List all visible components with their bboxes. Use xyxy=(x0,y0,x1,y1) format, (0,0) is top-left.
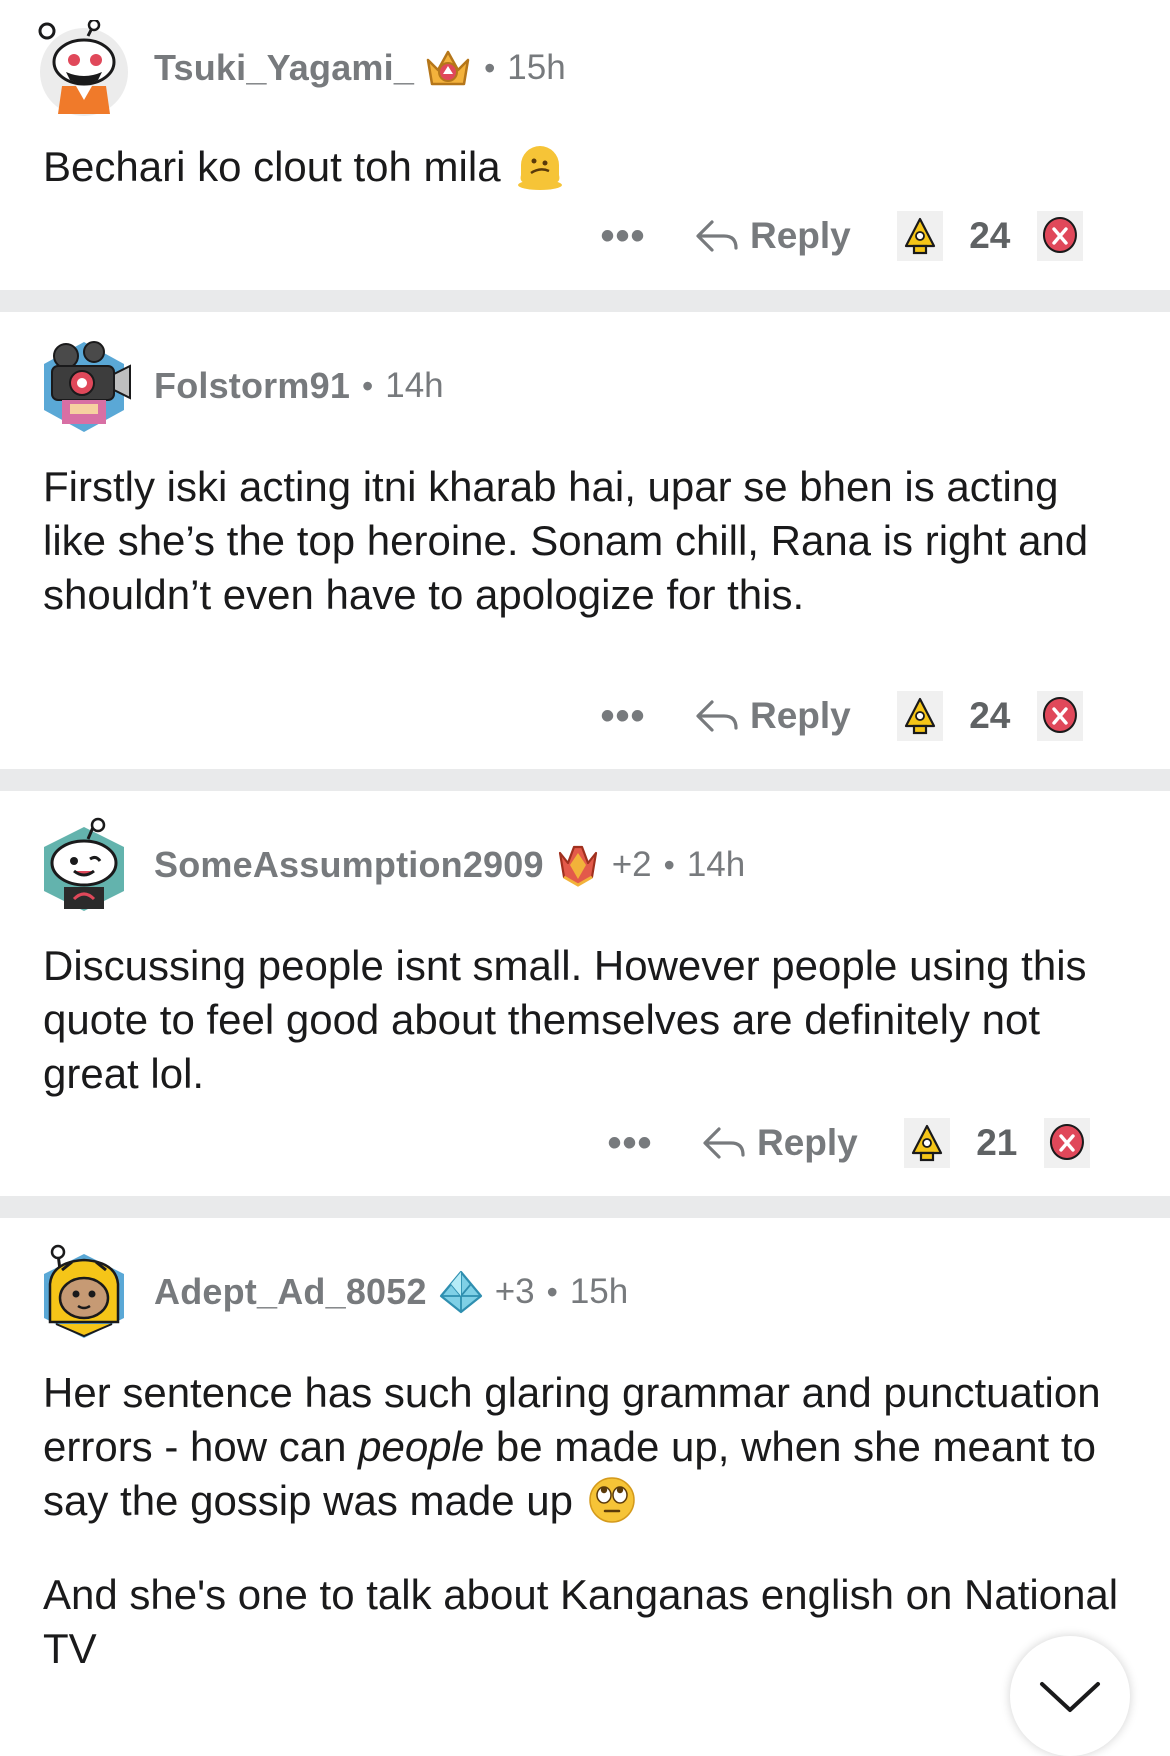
timestamp: 15h xyxy=(569,1272,629,1311)
comment-text: Bechari ko clout toh mila xyxy=(43,143,501,190)
comment-actions: ••• Reply 24 xyxy=(598,686,1083,746)
scroll-down-button[interactable] xyxy=(1010,1636,1130,1756)
user-avatar[interactable] xyxy=(36,1244,132,1340)
upvote-button[interactable] xyxy=(896,691,943,741)
reply-button[interactable]: Reply xyxy=(701,1122,858,1164)
vote-score: 24 xyxy=(969,695,1011,736)
comment-text: Firstly iski acting itni kharab hai, upa… xyxy=(43,463,1089,618)
upvote-button[interactable] xyxy=(903,1118,950,1168)
downvote-button[interactable] xyxy=(1036,211,1083,261)
chevron-down-icon xyxy=(1040,1682,1100,1712)
reply-button[interactable]: Reply xyxy=(694,215,851,257)
more-options-button[interactable]: ••• xyxy=(605,1121,655,1166)
downvote-button[interactable] xyxy=(1043,1118,1090,1168)
comment-text: Discussing people isnt small. However pe… xyxy=(43,942,1087,1097)
timestamp: 14h xyxy=(686,845,746,884)
user-avatar[interactable] xyxy=(36,338,132,434)
upvote-button[interactable] xyxy=(896,211,943,261)
comment-body: Her sentence has such glaring grammar an… xyxy=(43,1366,1143,1676)
comment: Tsuki_Yagami_ • 15h Bechari ko clout toh… xyxy=(0,0,1170,290)
eye-roll-face-icon xyxy=(589,1477,635,1523)
comment-body: Bechari ko clout toh mila xyxy=(43,140,1123,194)
username[interactable]: Folstorm91 xyxy=(154,365,350,407)
more-options-button[interactable]: ••• xyxy=(598,694,648,739)
user-avatar[interactable] xyxy=(36,20,132,116)
reply-label: Reply xyxy=(750,695,851,736)
username[interactable]: Adept_Ad_8052 xyxy=(154,1271,427,1313)
reply-label: Reply xyxy=(750,215,851,256)
extra-awards-count: +2 xyxy=(611,845,652,884)
reply-button[interactable]: Reply xyxy=(694,695,851,737)
comment-paragraph: Her sentence has such glaring grammar an… xyxy=(43,1369,1101,1524)
timestamp: 14h xyxy=(385,366,444,405)
comment-header: Folstorm91 • 14h xyxy=(36,336,444,436)
reply-arrow-icon xyxy=(696,220,738,252)
timestamp: 15h xyxy=(507,48,566,87)
comment-paragraph: And she's one to talk about Kanganas eng… xyxy=(43,1571,1119,1672)
username[interactable]: SomeAssumption2909 xyxy=(154,844,544,886)
username[interactable]: Tsuki_Yagami_ xyxy=(154,47,414,89)
comment-separator xyxy=(0,1196,1170,1218)
comment-separator xyxy=(0,769,1170,791)
extra-awards-count: +3 xyxy=(494,1272,535,1311)
upvote-icon xyxy=(904,697,935,735)
comment-actions: ••• Reply 24 xyxy=(598,206,1083,266)
comment-body: Firstly iski acting itni kharab hai, upa… xyxy=(43,460,1123,622)
melting-face-icon xyxy=(517,146,562,190)
separator-dot: • xyxy=(362,367,374,404)
diamond-award-icon xyxy=(439,1270,482,1314)
separator-dot: • xyxy=(484,49,496,86)
crystal-award-icon xyxy=(558,845,597,887)
comment-separator xyxy=(0,290,1170,312)
downvote-button[interactable] xyxy=(1036,691,1083,741)
emphasized-word: people xyxy=(358,1423,485,1470)
vote-score: 24 xyxy=(969,215,1011,256)
vote-score: 21 xyxy=(976,1122,1018,1163)
comment-header: SomeAssumption2909 +2 • 14h xyxy=(36,815,745,915)
crown-award-icon xyxy=(426,50,470,86)
separator-dot: • xyxy=(663,846,675,883)
reply-arrow-icon xyxy=(703,1127,745,1159)
reply-label: Reply xyxy=(757,1122,858,1163)
downvote-icon xyxy=(1042,697,1077,733)
comment-header: Adept_Ad_8052 +3 • 15h xyxy=(36,1242,628,1342)
upvote-icon xyxy=(911,1124,942,1162)
upvote-icon xyxy=(904,217,935,255)
downvote-icon xyxy=(1049,1124,1084,1160)
comment: Folstorm91 • 14h Firstly iski acting itn… xyxy=(0,312,1170,769)
comment: Adept_Ad_8052 +3 • 15h Her sentence has … xyxy=(0,1218,1170,1708)
downvote-icon xyxy=(1042,217,1077,253)
more-options-button[interactable]: ••• xyxy=(598,214,648,259)
reply-arrow-icon xyxy=(696,700,738,732)
comment-body: Discussing people isnt small. However pe… xyxy=(43,939,1123,1101)
separator-dot: • xyxy=(546,1273,558,1310)
user-avatar[interactable] xyxy=(36,817,132,913)
comment: SomeAssumption2909 +2 • 14h Discussing p… xyxy=(0,791,1170,1196)
comment-header: Tsuki_Yagami_ • 15h xyxy=(36,18,566,118)
comment-actions: ••• Reply 21 xyxy=(605,1113,1090,1173)
